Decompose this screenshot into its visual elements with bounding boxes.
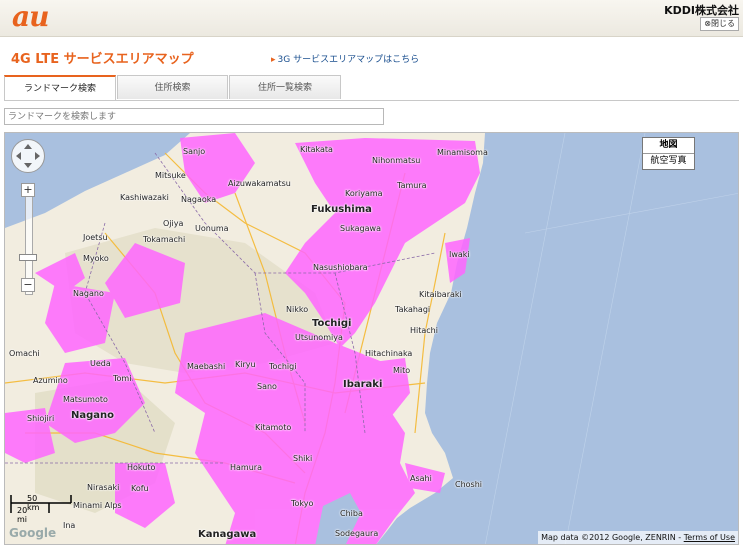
map-label: Mito	[393, 366, 411, 375]
map-label: Minami Alps	[73, 501, 122, 510]
pan-control[interactable]	[11, 139, 45, 173]
tab-landmark-search[interactable]: ランドマーク検索	[4, 75, 116, 101]
map-label: Nasushiobara	[313, 263, 368, 272]
map-label: Minamisoma	[437, 148, 488, 157]
link-3g-area-map[interactable]: 3G サービスエリアマップはこちら	[271, 52, 420, 65]
map-label: Kitakata	[300, 145, 333, 154]
page-title: 4G LTE サービスエリアマップ	[11, 52, 194, 67]
map-label: Tokamachi	[143, 235, 186, 244]
map-attribution: Map data ©2012 Google, ZENRIN - Terms of…	[538, 531, 738, 544]
map-type-control: 地図 航空写真	[642, 137, 695, 170]
map-label: Kitamoto	[255, 423, 292, 432]
map-label: Tochigi	[269, 362, 297, 371]
map-label: Hitachinaka	[365, 349, 413, 358]
map-label: Joetsu	[83, 233, 108, 242]
map-label: Sanjo	[183, 147, 206, 156]
zoom-in-button[interactable]: +	[21, 183, 35, 197]
map-label: Azumino	[33, 376, 68, 385]
close-icon: ⊗	[704, 19, 711, 28]
map-label: Ueda	[90, 359, 111, 368]
map-label: Nikko	[286, 305, 309, 314]
plus-icon: +	[23, 183, 33, 196]
map-label: Tokyo	[291, 499, 314, 508]
map-label: Sano	[257, 382, 277, 391]
tab-divider	[4, 100, 739, 101]
top-bar: au KDDI株式会社 ⊗閉じる	[0, 0, 743, 37]
map-label: Aizuwakamatsu	[228, 179, 291, 188]
map-label: Hitachi	[410, 326, 438, 335]
map-label: Tochigi	[312, 318, 352, 329]
map-label: Tomi	[113, 374, 132, 383]
minus-icon: −	[23, 278, 33, 291]
pan-arrows-icon	[16, 144, 40, 168]
map-label: Takahagi	[395, 305, 431, 314]
zoom-out-button[interactable]: −	[21, 278, 35, 292]
map-label: Ibaraki	[343, 379, 383, 390]
map-type-satellite-button[interactable]: 航空写真	[643, 154, 694, 169]
close-button[interactable]: ⊗閉じる	[700, 17, 739, 31]
map-label: Kofu	[131, 484, 149, 493]
map-label: Hokuto	[127, 463, 156, 472]
map-label: Sodegaura	[335, 529, 379, 538]
map-label: Choshi	[455, 480, 483, 489]
scale-mi: 20 mi	[17, 506, 28, 524]
map-label: Utsunomiya	[295, 333, 343, 342]
map-label: Ojiya	[163, 219, 184, 228]
map-label: Matsumoto	[63, 395, 108, 404]
tab-address-list-search[interactable]: 住所一覧検索	[229, 75, 341, 99]
map-label: Omachi	[9, 349, 40, 358]
au-logo[interactable]: au	[12, 2, 49, 32]
map-label: Sukagawa	[340, 224, 381, 233]
map-label: Uonuma	[195, 224, 229, 233]
map-label: Ina	[63, 521, 76, 530]
google-logo[interactable]: Google	[9, 526, 56, 540]
map-label: Koriyama	[345, 189, 383, 198]
map-label: Chiba	[340, 509, 363, 518]
sea-grid	[485, 133, 738, 544]
map-label: Shiki	[293, 454, 313, 463]
close-label: 閉じる	[711, 19, 735, 28]
map-label: Fukushima	[311, 204, 372, 215]
map-label: Kiryu	[235, 360, 256, 369]
map-label: Tamura	[397, 181, 427, 190]
coverage-map[interactable]: Sanjo Kitakata Nihonmatsu Minamisoma Mit…	[4, 132, 739, 545]
zoom-slider-handle[interactable]	[19, 254, 37, 261]
map-label: Iwaki	[449, 250, 470, 259]
map-label: Kashiwazaki	[120, 193, 169, 202]
map-label: Asahi	[410, 474, 432, 483]
map-label: Nirasaki	[87, 483, 120, 492]
terms-of-use-link[interactable]: Terms of Use	[684, 533, 735, 542]
map-label: Kanagawa	[198, 529, 257, 540]
landmark-search-input[interactable]	[4, 108, 384, 125]
map-label: Nagano	[71, 410, 115, 421]
scale-km: 50 km	[27, 494, 40, 512]
map-label: Nihonmatsu	[372, 156, 421, 165]
attribution-text: Map data ©2012 Google, ZENRIN -	[541, 533, 684, 542]
tab-address-search[interactable]: 住所検索	[117, 75, 228, 99]
map-label: Shiojiri	[27, 414, 55, 423]
map-label: Hamura	[230, 463, 262, 472]
map-label: Maebashi	[187, 362, 226, 371]
map-label: Kitaibaraki	[419, 290, 462, 299]
map-type-map-button[interactable]: 地図	[643, 138, 694, 154]
map-label: Mitsuke	[155, 171, 186, 180]
map-label: Nagaoka	[181, 195, 217, 204]
company-name: KDDI株式会社	[664, 4, 739, 17]
map-label: Nagano	[73, 289, 104, 298]
map-label: Myoko	[83, 254, 109, 263]
